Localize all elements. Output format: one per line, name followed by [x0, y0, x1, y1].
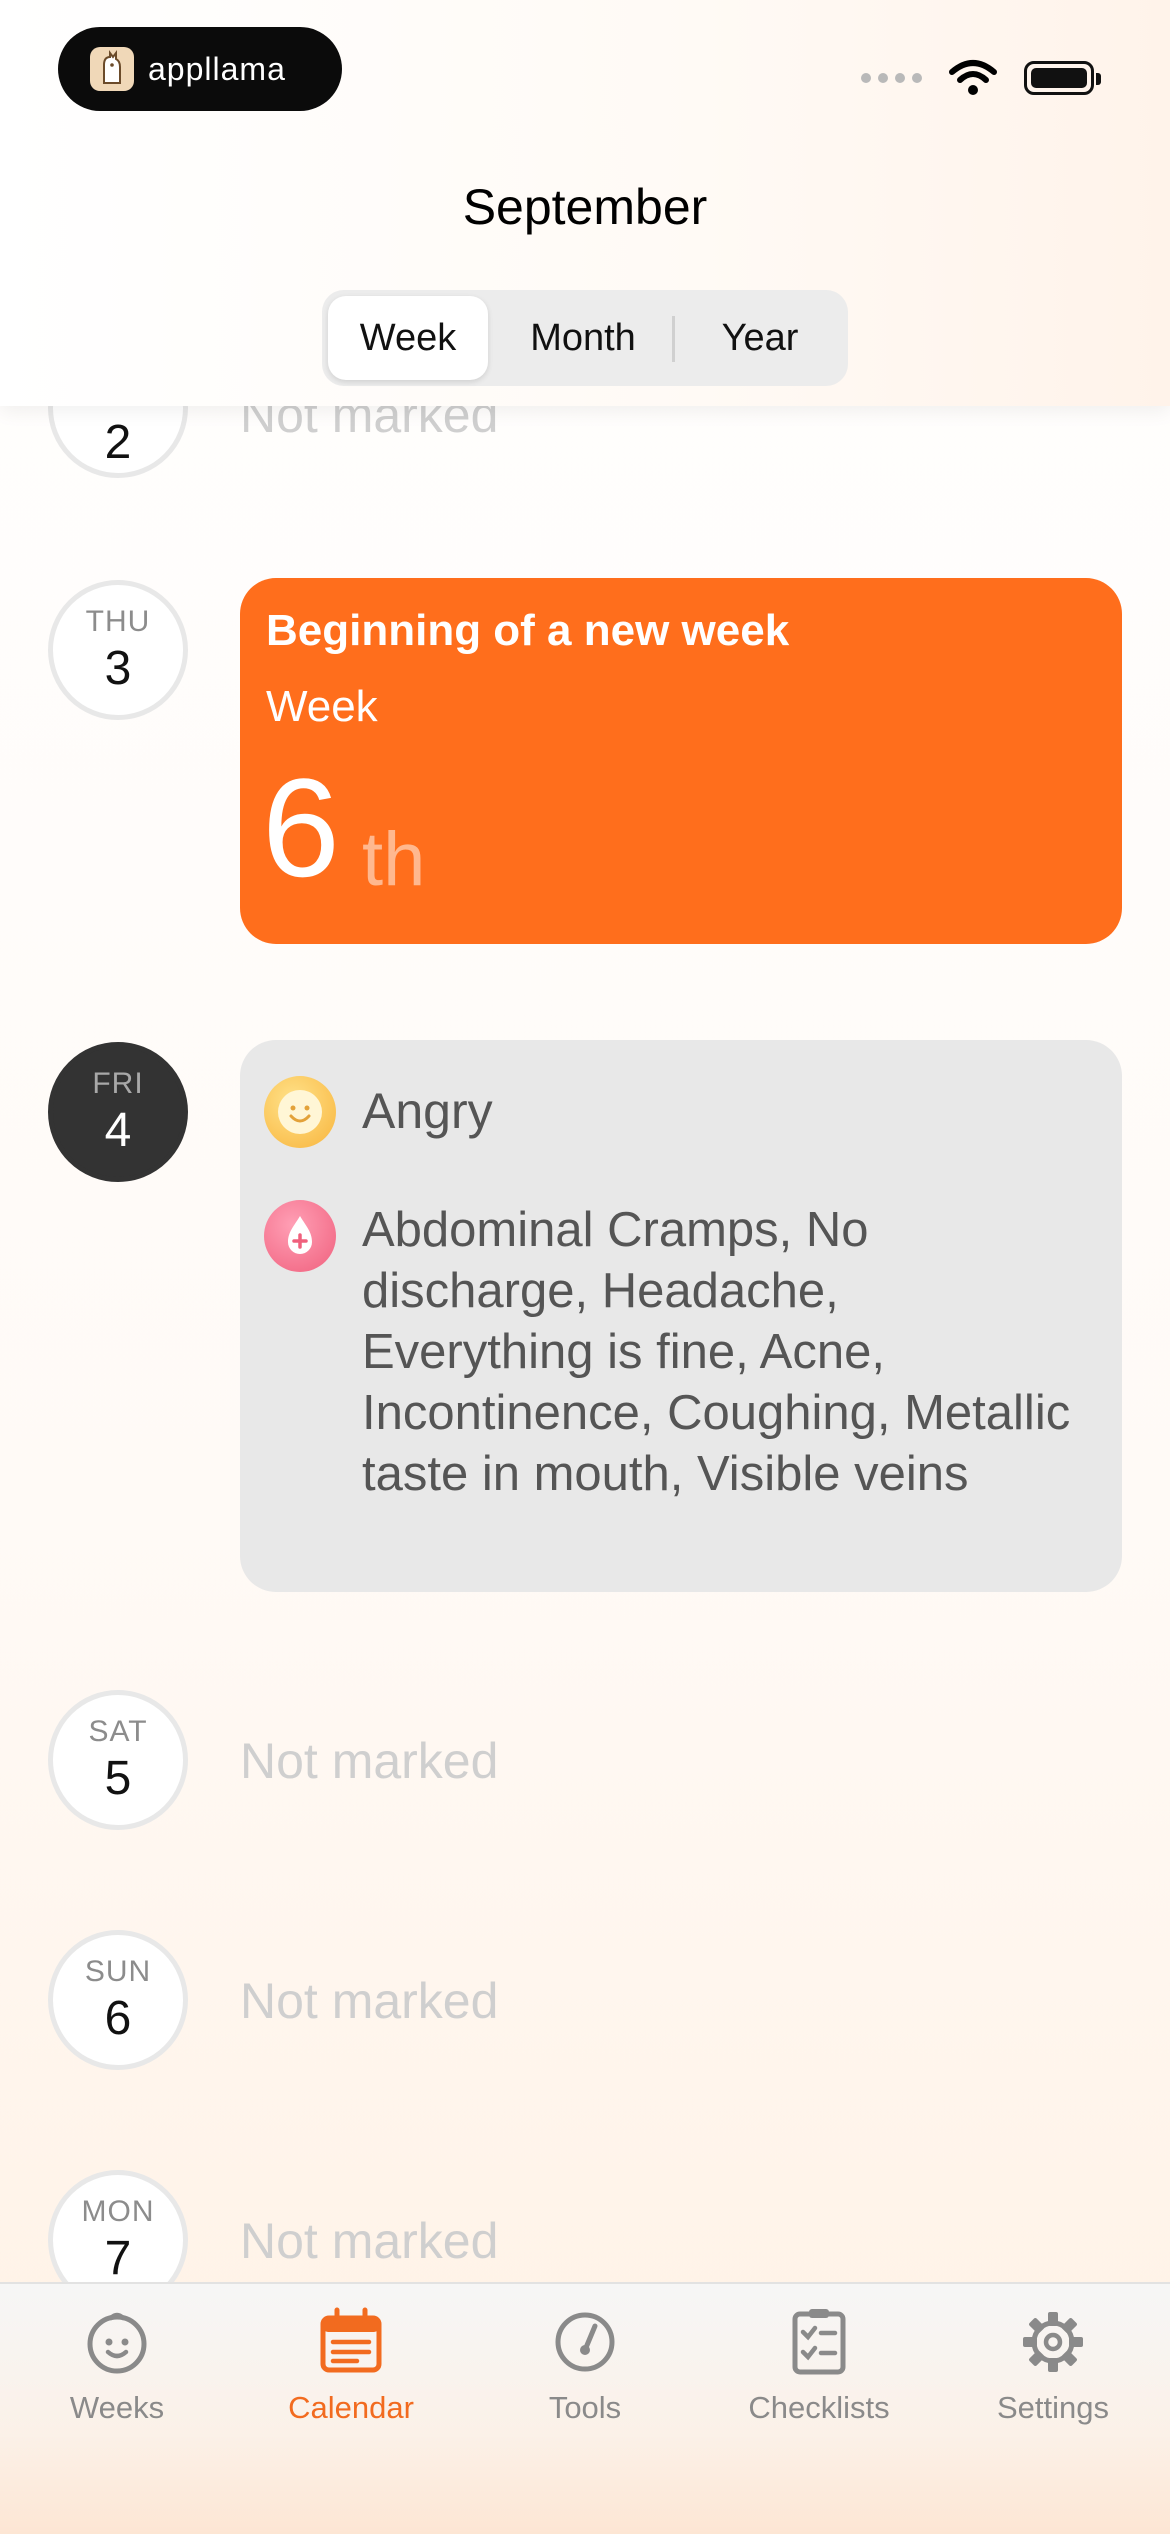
week-card-label: Week — [266, 682, 378, 731]
day-circle-5[interactable]: SAT 5 — [48, 1690, 188, 1830]
week-card-title: Beginning of a new week — [266, 606, 790, 655]
baby-face-icon — [87, 2312, 147, 2374]
day-number: 3 — [104, 641, 132, 695]
segment-week[interactable]: Week — [328, 296, 488, 380]
tab-label: Calendar — [288, 2390, 414, 2425]
day-of-week: THU — [85, 604, 151, 638]
cellular-signal-icon — [861, 73, 922, 83]
tab-checklists[interactable]: Checklists — [702, 2304, 936, 2426]
app-name: appllama — [148, 50, 286, 87]
calendar-icon — [320, 2307, 382, 2373]
not-marked-label[interactable]: Not marked — [240, 2212, 498, 2270]
segment-year[interactable]: Year — [680, 296, 840, 380]
not-marked-label[interactable]: Not marked — [240, 1972, 498, 2030]
week-number-suffix: th — [362, 817, 426, 902]
tab-settings[interactable]: Settings — [936, 2304, 1170, 2426]
day-of-week: SAT — [88, 1714, 148, 1748]
tab-calendar[interactable]: Calendar — [234, 2304, 468, 2426]
llama-logo-icon — [90, 47, 134, 91]
day-number: 2 — [104, 415, 132, 469]
smiley-mood-icon — [264, 1076, 336, 1148]
segment-divider — [672, 316, 675, 362]
not-marked-label[interactable]: Not marked — [240, 1732, 498, 1790]
view-segmented-control: Week Month Year — [322, 290, 848, 386]
week-number: 6 — [262, 749, 340, 906]
tab-weeks[interactable]: Weeks — [0, 2304, 234, 2426]
day-number: 7 — [104, 2231, 132, 2285]
symptoms-text: Abdominal Cramps, No discharge, Headache… — [362, 1203, 1071, 1501]
tab-label: Settings — [996, 2390, 1109, 2425]
drop-symptom-icon — [264, 1200, 336, 1272]
day-number: 5 — [104, 1751, 132, 1805]
tab-label: Tools — [548, 2390, 622, 2425]
gear-icon — [1023, 2312, 1083, 2372]
status-bar — [861, 58, 1101, 98]
day-log-card[interactable]: Angry Abdominal Cramps, No discharge, He… — [240, 1040, 1122, 1592]
checklist-icon — [792, 2309, 846, 2375]
mood-text: Angry — [362, 1083, 493, 1139]
day-of-week: SUN — [84, 1954, 152, 1988]
tab-tools[interactable]: Tools — [468, 2304, 702, 2426]
day-of-week: MON — [81, 2194, 155, 2228]
day-circle-4[interactable]: FRI 4 — [48, 1042, 188, 1182]
header: appllama September Week Month Year — [0, 0, 1170, 406]
day-circle-6[interactable]: SUN 6 — [48, 1930, 188, 2070]
tab-bar: Weeks Calendar Tools Checklists Settings — [0, 2282, 1170, 2534]
new-week-card[interactable]: Beginning of a new week Week 6 th — [240, 578, 1122, 944]
day-number: 4 — [104, 1103, 132, 1157]
tab-label: Checklists — [748, 2390, 890, 2425]
segment-month[interactable]: Month — [498, 296, 668, 380]
wifi-icon — [949, 60, 997, 95]
day-circle-3[interactable]: THU 3 — [48, 580, 188, 720]
month-title: September — [462, 179, 708, 235]
day-number: 6 — [104, 1991, 132, 2045]
tab-label: Weeks — [69, 2390, 165, 2425]
gauge-icon — [555, 2312, 615, 2372]
battery-icon — [1024, 61, 1101, 95]
app-badge[interactable]: appllama — [58, 27, 342, 111]
day-of-week: FRI — [92, 1066, 144, 1100]
